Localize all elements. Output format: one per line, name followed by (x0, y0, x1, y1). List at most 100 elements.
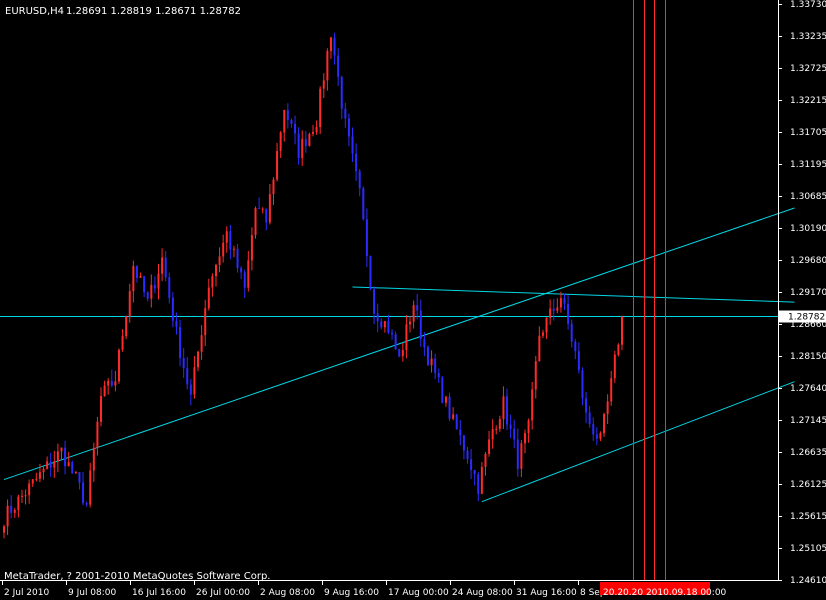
y-tick-label: 1.29170 (790, 288, 826, 298)
candle-body (333, 37, 336, 56)
candle-body (92, 447, 95, 471)
candle-body (268, 194, 271, 223)
x-tick-label: 9 Jul 08:00 (68, 588, 117, 598)
candle (369, 255, 372, 291)
candle-body (243, 272, 246, 288)
candle-body (391, 332, 394, 335)
candle-body (484, 453, 487, 467)
candle-body (308, 133, 311, 146)
candle-body (17, 496, 20, 510)
candle-body (563, 298, 566, 304)
candle-body (121, 336, 124, 350)
candle-body (369, 256, 372, 290)
candle-body (398, 349, 401, 357)
candle (617, 343, 620, 357)
current-price-label: 1.28782 (788, 313, 825, 323)
candle-body (294, 123, 297, 134)
candle-body (606, 401, 609, 414)
candle-body (125, 316, 128, 337)
price-chart[interactable]: 1.33730 1.33235 1.32725 1.32215 1.31705 1.311… (0, 0, 826, 600)
candle-body (42, 468, 45, 473)
candle-body (301, 139, 304, 159)
candle-body (211, 276, 214, 288)
candle-body (132, 266, 135, 292)
candle-body (412, 304, 415, 322)
candle-body (444, 396, 447, 403)
candle-body (222, 242, 225, 257)
candle-body (139, 276, 142, 278)
candle-body (394, 334, 397, 350)
candle-body (197, 351, 200, 368)
candle-body (455, 414, 458, 430)
candle-body (182, 357, 185, 369)
candle-body (538, 335, 541, 362)
candle-body (595, 434, 598, 439)
candle-body (613, 354, 616, 379)
candle-body (175, 320, 178, 328)
candle-body (322, 80, 325, 89)
candle-body (545, 317, 548, 333)
candle-body (283, 109, 286, 133)
y-tick-label: 1.25105 (790, 544, 826, 554)
candle-body (56, 451, 59, 462)
y-tick-label: 1.27640 (790, 384, 826, 394)
candle-body (319, 88, 322, 128)
candle-body (326, 50, 329, 81)
candle-body (74, 472, 77, 474)
y-tick-label: 1.28150 (790, 352, 826, 362)
candle-body (523, 433, 526, 444)
x-tick-label: 9 Aug 16:00 (324, 588, 379, 598)
candle-body (150, 285, 153, 299)
candle-body (437, 372, 440, 378)
x-tick-label: 2 Aug 08:00 (260, 588, 315, 598)
candle-body (574, 341, 577, 352)
y-tick-label: 1.32725 (790, 64, 826, 74)
candle-body (387, 321, 390, 333)
x-tick-label: 24 Aug 08:00 (452, 588, 513, 598)
candle-body (236, 248, 239, 269)
candle-body (448, 396, 451, 419)
candle-body (114, 381, 117, 386)
candle-body (534, 361, 537, 390)
candle-body (250, 235, 253, 261)
candle-body (462, 435, 465, 451)
candle (125, 315, 128, 340)
y-tick-label: 1.33235 (790, 32, 826, 42)
candle-body (617, 344, 620, 355)
candle-body (189, 384, 192, 395)
candle-body (585, 398, 588, 413)
candle-body (592, 424, 595, 435)
x-tick-label: 16 Jul 16:00 (132, 588, 186, 598)
candle (441, 375, 444, 404)
candle-body (541, 332, 544, 336)
candle-body (491, 429, 494, 440)
candle-body (229, 231, 232, 250)
candle-body (527, 420, 530, 434)
candle-body (513, 428, 516, 440)
y-tick-label: 1.31195 (790, 160, 826, 170)
candle-body (153, 285, 156, 289)
candle-body (78, 472, 81, 483)
candle-body (549, 308, 552, 318)
candle (117, 348, 120, 384)
candle-body (157, 273, 160, 289)
candle-body (200, 335, 203, 352)
candle-body (13, 509, 16, 513)
candle-body (100, 396, 103, 422)
candle-body (423, 338, 426, 348)
candle-body (434, 358, 437, 373)
candle-body (85, 503, 88, 505)
candle-body (365, 219, 368, 257)
candle-body (297, 133, 300, 159)
candle-body (588, 412, 591, 425)
candle (71, 460, 74, 474)
x-tick-label: 26 Jul 00:00 (196, 588, 250, 598)
candle-body (559, 298, 562, 308)
candle-body (24, 495, 27, 497)
y-tick-label: 1.32215 (790, 96, 826, 106)
candle-body (344, 108, 347, 119)
candle-body (20, 495, 23, 497)
candle-body (430, 358, 433, 366)
candle-body (186, 368, 189, 385)
candle-body (329, 37, 332, 51)
